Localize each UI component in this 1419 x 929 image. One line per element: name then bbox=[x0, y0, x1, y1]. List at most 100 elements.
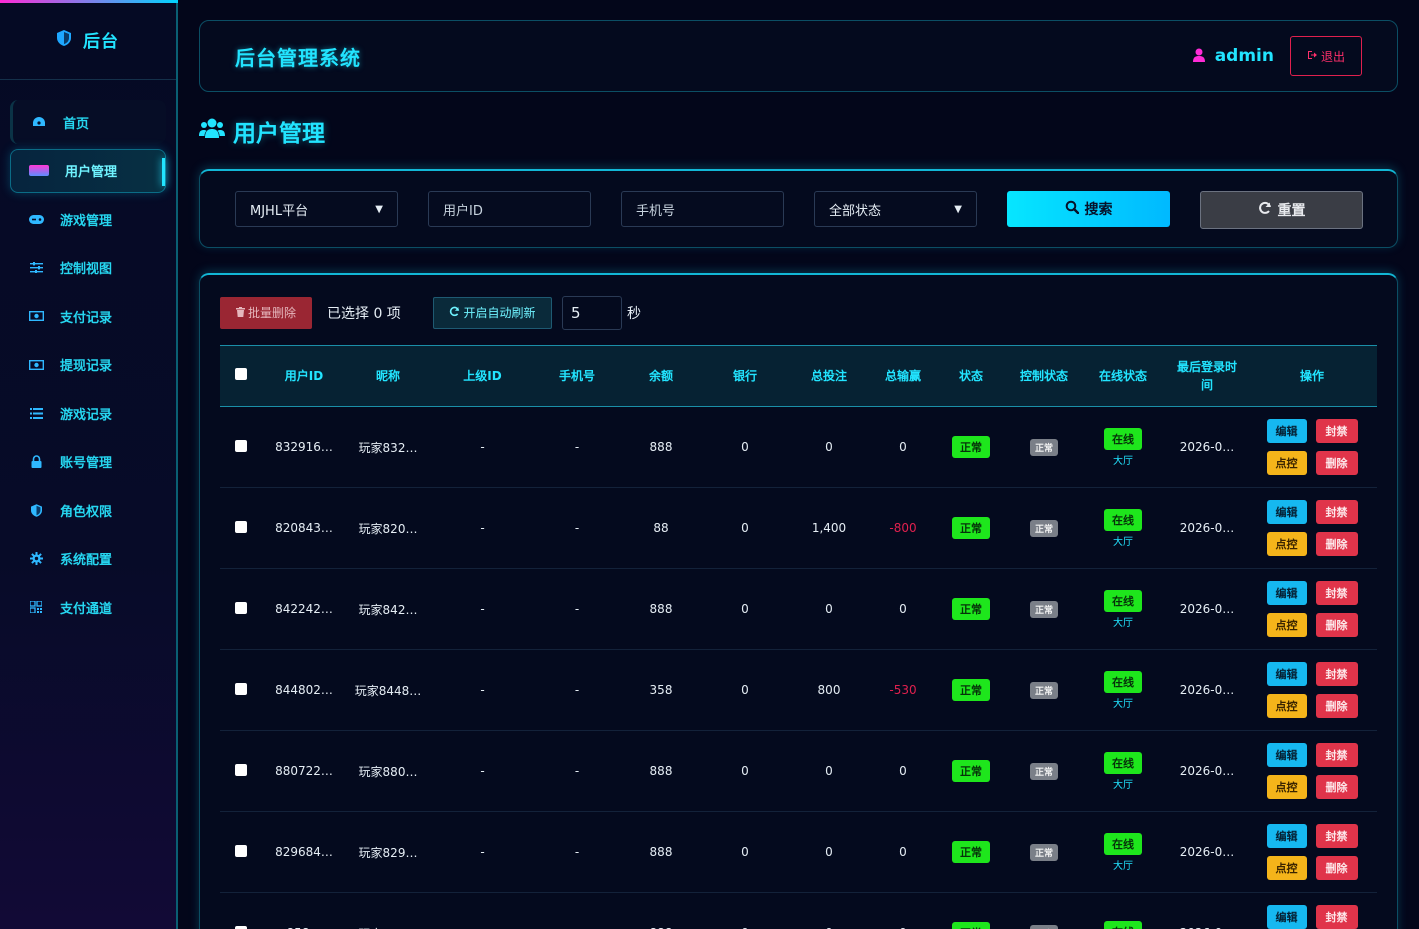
ban-button[interactable]: 封禁 bbox=[1315, 905, 1358, 929]
reset-button[interactable]: 重置 bbox=[1200, 191, 1363, 229]
column-header[interactable]: 最后登录时间 bbox=[1165, 358, 1249, 394]
column-header[interactable]: 用户ID bbox=[262, 367, 346, 385]
sidebar: 后台 首页 用户管理 游戏管理 控制视图 支付记录 提现记录 游戏记录 账号管理 角色权限 系统配… bbox=[0, 0, 178, 929]
sidebar-item-3[interactable]: 控制视图 bbox=[10, 246, 166, 290]
auto-refresh-button[interactable]: 开启自动刷新 bbox=[433, 296, 552, 329]
column-header[interactable]: 上级ID bbox=[430, 367, 535, 385]
bank-cell: 0 bbox=[741, 440, 749, 454]
bulk-delete-button[interactable]: 批量删除 bbox=[220, 296, 312, 329]
status-select-value: 全部状态 bbox=[829, 203, 882, 219]
platform-select[interactable]: MJHL平台 ▼ bbox=[235, 191, 398, 227]
ban-button[interactable]: 封禁 bbox=[1315, 581, 1358, 605]
row-checkbox[interactable] bbox=[235, 682, 247, 695]
row-checkbox-cell bbox=[220, 601, 262, 617]
edit-button[interactable]: 编辑 bbox=[1266, 500, 1307, 524]
sidebar-item-0[interactable]: 首页 bbox=[10, 100, 166, 144]
phone-cell: - bbox=[574, 440, 580, 454]
sidebar-item-label: 提现记录 bbox=[60, 359, 113, 374]
control-status-cell: 正常 bbox=[1007, 843, 1081, 861]
point-control-button[interactable]: 点控 bbox=[1266, 694, 1307, 718]
ban-button[interactable]: 封禁 bbox=[1315, 824, 1358, 848]
total-win-loss-cell: 0 bbox=[899, 602, 907, 616]
username[interactable]: admin bbox=[1215, 46, 1274, 66]
delete-button[interactable]: 删除 bbox=[1315, 694, 1358, 718]
last-login-cell: 2026-0… bbox=[1179, 602, 1235, 616]
edit-button[interactable]: 编辑 bbox=[1266, 743, 1307, 767]
row-checkbox[interactable] bbox=[235, 844, 247, 857]
sidebar-item-9[interactable]: 系统配置 bbox=[10, 537, 166, 581]
column-header[interactable]: 总输赢 bbox=[871, 367, 935, 385]
search-button[interactable]: 搜索 bbox=[1007, 191, 1170, 227]
sidebar-item-7[interactable]: 账号管理 bbox=[10, 440, 166, 484]
sidebar-item-2[interactable]: 游戏管理 bbox=[10, 197, 166, 241]
column-header[interactable]: 控制状态 bbox=[1007, 367, 1081, 385]
online-badge: 在线 bbox=[1104, 589, 1142, 612]
ban-button[interactable]: 封禁 bbox=[1315, 743, 1358, 767]
control-status-cell: 正常 bbox=[1007, 762, 1081, 780]
status-badge: 正常 bbox=[952, 760, 990, 782]
column-header[interactable]: 操作 bbox=[1249, 367, 1375, 385]
logout-button[interactable]: 退出 bbox=[1290, 36, 1362, 76]
phone-input[interactable]: 手机号 bbox=[621, 191, 784, 227]
edit-button[interactable]: 编辑 bbox=[1266, 581, 1307, 605]
edit-button[interactable]: 编辑 bbox=[1266, 824, 1307, 848]
ban-button[interactable]: 封禁 bbox=[1315, 500, 1358, 524]
column-header[interactable]: 余额 bbox=[619, 367, 703, 385]
row-checkbox[interactable] bbox=[235, 520, 247, 533]
user-id-cell: 844802… bbox=[275, 683, 333, 697]
sidebar-item-8[interactable]: 角色权限 bbox=[10, 488, 166, 532]
edit-button[interactable]: 编辑 bbox=[1266, 419, 1307, 443]
sidebar-item-10[interactable]: 支付通道 bbox=[10, 585, 166, 629]
auto-refresh-label: 开启自动刷新 bbox=[463, 306, 536, 320]
column-header[interactable]: 昵称 bbox=[346, 367, 430, 385]
edit-button[interactable]: 编辑 bbox=[1266, 662, 1307, 686]
sidebar-item-5[interactable]: 提现记录 bbox=[10, 343, 166, 387]
refresh-interval-input[interactable]: 5 bbox=[562, 295, 622, 330]
column-header[interactable]: 在线状态 bbox=[1081, 367, 1165, 385]
point-control-button[interactable]: 点控 bbox=[1266, 775, 1307, 799]
delete-button[interactable]: 删除 bbox=[1315, 856, 1358, 880]
ban-button[interactable]: 封禁 bbox=[1315, 662, 1358, 686]
online-status-cell: 在线 大厅 bbox=[1081, 670, 1165, 710]
edit-button[interactable]: 编辑 bbox=[1266, 905, 1307, 929]
online-location: 大厅 bbox=[1113, 617, 1133, 629]
control-status-badge: 正常 bbox=[1029, 438, 1058, 456]
sidebar-item-1[interactable]: 用户管理 bbox=[10, 148, 166, 193]
sidebar-item-6[interactable]: 游戏记录 bbox=[10, 391, 166, 435]
bank-cell: 0 bbox=[741, 521, 749, 535]
total-win-loss-cell: 0 bbox=[899, 764, 907, 778]
row-checkbox[interactable] bbox=[235, 925, 247, 929]
sidebar-accent-line bbox=[0, 0, 178, 3]
last-login-cell: 2026-0… bbox=[1179, 764, 1235, 778]
column-header[interactable]: 手机号 bbox=[535, 367, 619, 385]
delete-button[interactable]: 删除 bbox=[1315, 532, 1358, 556]
point-control-button[interactable]: 点控 bbox=[1266, 532, 1307, 556]
row-checkbox[interactable] bbox=[235, 601, 247, 614]
point-control-button[interactable]: 点控 bbox=[1266, 856, 1307, 880]
online-badge: 在线 bbox=[1104, 427, 1142, 450]
sidebar-item-label: 首页 bbox=[63, 116, 90, 132]
row-checkbox[interactable] bbox=[235, 439, 247, 452]
online-status-cell: 在线 大厅 bbox=[1081, 508, 1165, 548]
row-checkbox[interactable] bbox=[235, 763, 247, 776]
money-icon bbox=[28, 308, 44, 324]
select-all-checkbox[interactable] bbox=[235, 368, 247, 380]
bank-cell: 0 bbox=[741, 602, 749, 616]
delete-button[interactable]: 删除 bbox=[1315, 613, 1358, 637]
column-header[interactable]: 银行 bbox=[703, 367, 787, 385]
delete-button[interactable]: 删除 bbox=[1315, 451, 1358, 475]
point-control-button[interactable]: 点控 bbox=[1266, 613, 1307, 637]
column-header[interactable]: 总投注 bbox=[787, 367, 871, 385]
column-header[interactable]: 状态 bbox=[935, 367, 1007, 385]
ban-button[interactable]: 封禁 bbox=[1315, 419, 1358, 443]
control-status-badge: 正常 bbox=[1029, 519, 1058, 537]
shield-icon bbox=[57, 29, 71, 50]
status-select[interactable]: 全部状态 ▼ bbox=[814, 191, 977, 227]
table-row: 842242… 玩家842… - - 888 0 0 0 正常 正常 在线 大厅… bbox=[220, 569, 1377, 650]
table-row: 880722… 玩家880… - - 888 0 0 0 正常 正常 在线 大厅… bbox=[220, 731, 1377, 812]
user-id-input[interactable]: 用户ID bbox=[428, 191, 591, 227]
point-control-button[interactable]: 点控 bbox=[1266, 451, 1307, 475]
sidebar-item-4[interactable]: 支付记录 bbox=[10, 294, 166, 338]
delete-button[interactable]: 删除 bbox=[1315, 775, 1358, 799]
table-header: 用户ID 昵称 上级ID 手机号 余额 银行 总投注 总输赢 状态 控制状态 在线状态 最后登录时间操… bbox=[220, 345, 1377, 407]
